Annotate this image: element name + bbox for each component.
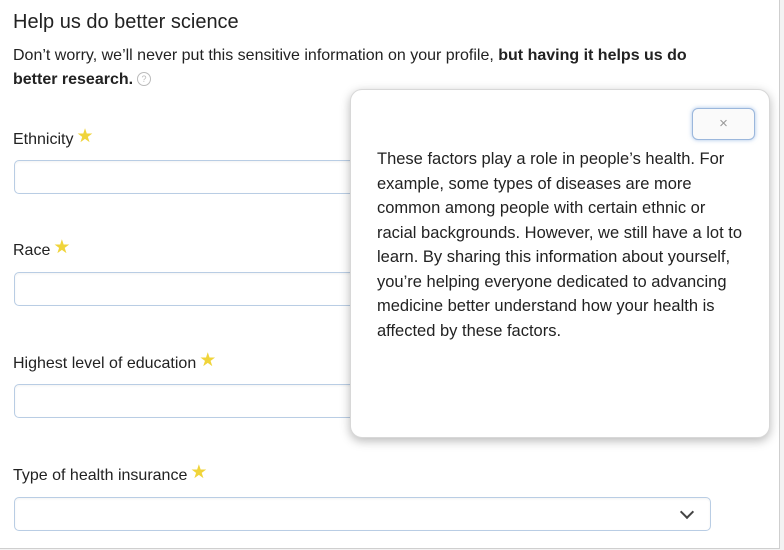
education-label: Highest level of education ★ xyxy=(13,350,217,374)
intro-normal-text: Don’t worry, we’ll never put this sensit… xyxy=(13,47,499,64)
form-panel: Help us do better science Don’t worry, w… xyxy=(0,0,780,549)
page-title: Help us do better science xyxy=(13,11,239,33)
race-label: Race ★ xyxy=(13,237,71,261)
ethnicity-label-text: Ethnicity xyxy=(13,131,74,148)
popover-text: These factors play a role in people’s he… xyxy=(377,150,743,340)
required-star-icon: ★ xyxy=(199,350,217,371)
help-icon[interactable]: ? xyxy=(137,71,152,86)
required-star-icon: ★ xyxy=(190,462,208,483)
required-star-icon: ★ xyxy=(76,126,94,147)
race-label-text: Race xyxy=(13,242,51,259)
intro-text: Don’t worry, we’ll never put this sensit… xyxy=(13,44,713,92)
required-star-icon: ★ xyxy=(53,237,71,258)
ethnicity-label: Ethnicity ★ xyxy=(13,126,94,150)
close-button[interactable]: × xyxy=(692,108,755,140)
insurance-label-text: Type of health insurance xyxy=(13,467,188,484)
insurance-select[interactable] xyxy=(14,497,711,531)
chevron-down-icon[interactable] xyxy=(679,504,695,520)
insurance-label: Type of health insurance ★ xyxy=(13,462,208,486)
education-label-text: Highest level of education xyxy=(13,355,197,372)
info-popover: × These factors play a role in people’s … xyxy=(350,89,770,438)
